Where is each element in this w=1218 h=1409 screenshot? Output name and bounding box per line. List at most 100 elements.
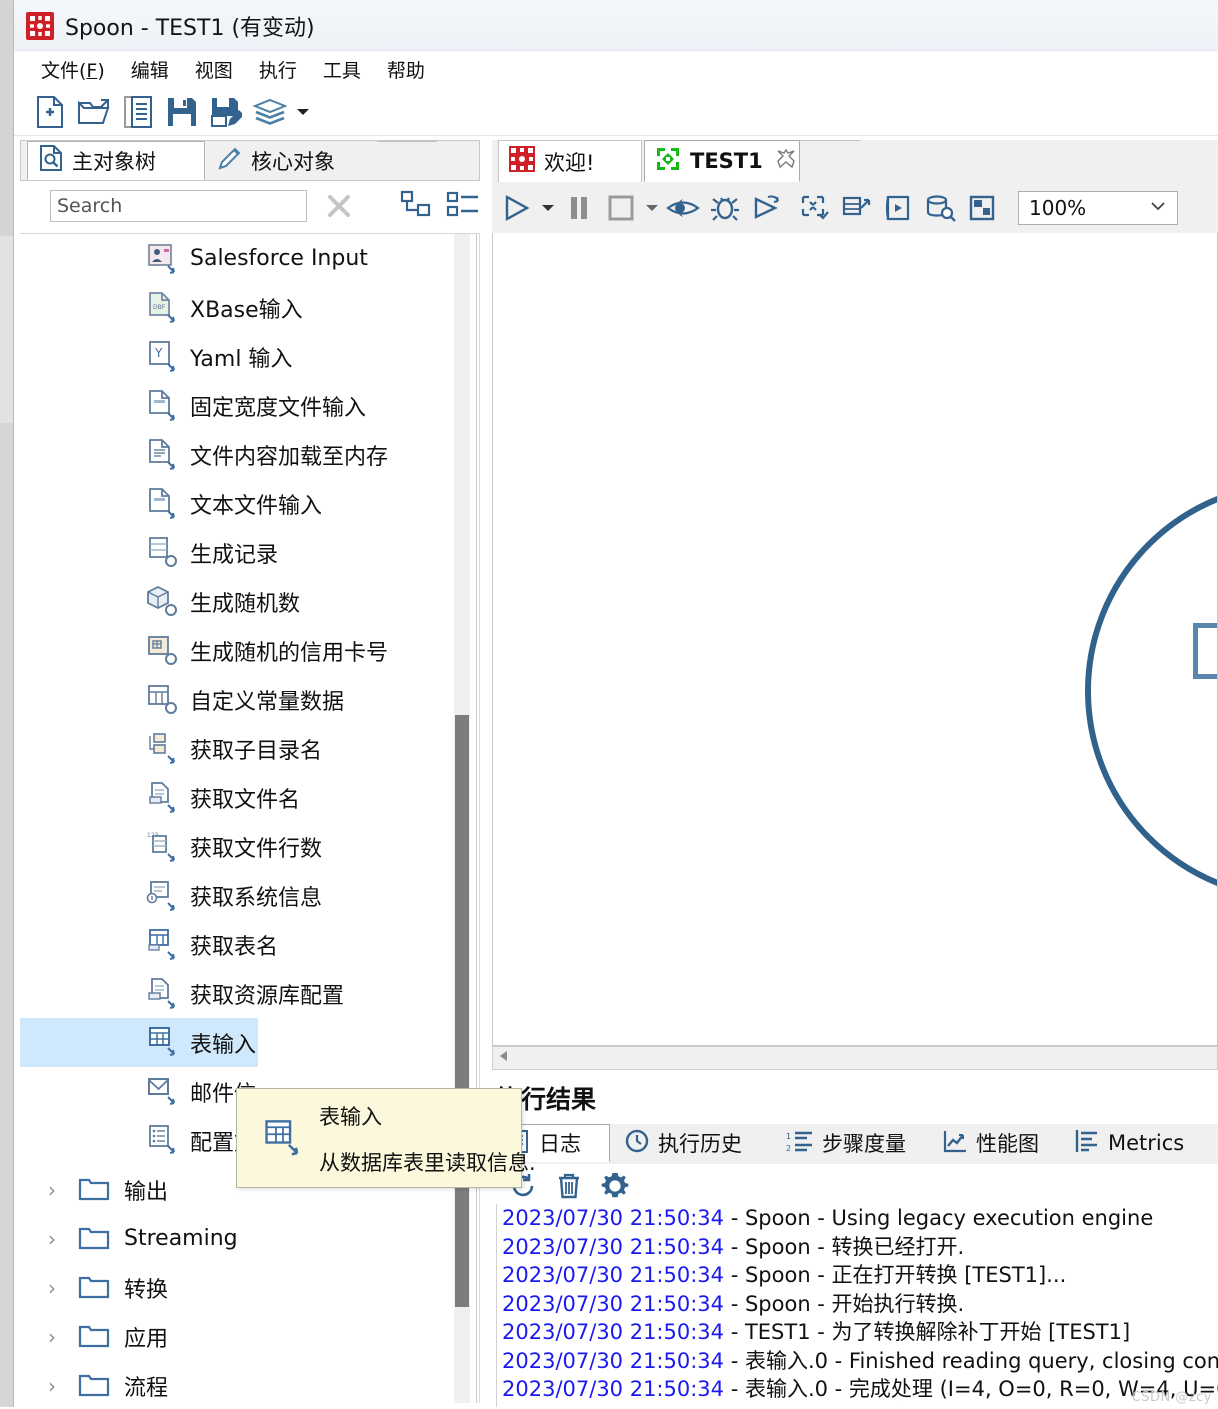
menu-help[interactable]: 帮助 bbox=[374, 54, 438, 85]
trash-icon[interactable] bbox=[546, 1166, 592, 1206]
tab-step-metrics[interactable]: 1 2 步骤度量 bbox=[778, 1124, 930, 1162]
close-x-icon[interactable] bbox=[323, 188, 354, 224]
tree-item-label: Salesforce Input bbox=[190, 246, 368, 271]
close-x-icon[interactable] bbox=[775, 148, 797, 175]
chevron-right-icon[interactable]: › bbox=[48, 1374, 78, 1398]
debug-button[interactable] bbox=[704, 187, 746, 229]
chevron-right-icon[interactable]: › bbox=[48, 1227, 78, 1251]
results-tabstrip: 日志 执行历史 1 2 步骤度量 性能图 Metrics bbox=[496, 1124, 1218, 1164]
expand-list-icon[interactable] bbox=[446, 190, 480, 223]
tab-exec-history-label: 执行历史 bbox=[658, 1132, 742, 1156]
preview-button[interactable] bbox=[662, 187, 704, 229]
tree-item-label: 文件内容加载至内存 bbox=[190, 444, 389, 470]
tree-item-table-input[interactable]: 表输入 bbox=[20, 1018, 258, 1067]
tree-item-label: 生成记录 bbox=[190, 542, 279, 568]
tree-item-fixed-width-file[interactable]: 固定宽度文件输入 bbox=[20, 381, 456, 430]
load-file-memory-icon bbox=[146, 438, 180, 472]
tab-preview[interactable]: Pr bbox=[1214, 1124, 1218, 1162]
chevron-right-icon[interactable]: › bbox=[48, 1325, 78, 1349]
explorer-button[interactable] bbox=[116, 92, 160, 132]
stop-dropdown[interactable] bbox=[642, 187, 662, 229]
tab-metrics[interactable]: Metrics bbox=[1066, 1124, 1210, 1162]
run-dropdown[interactable] bbox=[538, 187, 558, 229]
log-output[interactable]: 2023/07/30 21:50:34 - Spoon - Using lega… bbox=[496, 1204, 1218, 1409]
tab-performance-graph[interactable]: 性能图 bbox=[934, 1124, 1062, 1162]
tree-item-text-file-input[interactable]: 文本文件输入 bbox=[20, 479, 456, 528]
verify-button[interactable] bbox=[794, 187, 836, 229]
run-button[interactable] bbox=[496, 187, 538, 229]
canvas-horizontal-scrollbar[interactable] bbox=[492, 1046, 1218, 1070]
tree-item-generate-rows[interactable]: 生成记录 bbox=[20, 528, 456, 577]
chevron-down-icon bbox=[1149, 199, 1167, 217]
tree-folder-label: Streaming bbox=[124, 1226, 238, 1251]
tree-item-get-table-names[interactable]: 获取表名 bbox=[20, 920, 456, 969]
document-search-icon bbox=[38, 144, 64, 177]
tree-item-yaml-input[interactable]: Y Yaml 输入 bbox=[20, 332, 456, 381]
tab-exec-history[interactable]: 执行历史 bbox=[616, 1124, 774, 1162]
menu-run[interactable]: 执行 bbox=[246, 54, 310, 85]
zoom-level-select[interactable]: 100% bbox=[1018, 191, 1178, 225]
tree-folder-streaming[interactable]: › Streaming bbox=[20, 1214, 456, 1263]
tab-test1[interactable]: TEST1 bbox=[644, 140, 800, 182]
tree-item-get-subfolder-names[interactable]: 获取子目录名 bbox=[20, 724, 456, 773]
tree-item-salesforce-input[interactable]: Salesforce Input bbox=[20, 234, 456, 283]
table-input-icon bbox=[146, 1026, 180, 1060]
tab-welcome[interactable]: 欢迎! bbox=[498, 140, 642, 182]
chevron-right-icon[interactable]: › bbox=[48, 1178, 78, 1202]
canvas-toolbar: 100% bbox=[492, 183, 1218, 233]
tree-item-label: 获取资源库配置 bbox=[190, 983, 345, 1009]
stop-button[interactable] bbox=[600, 187, 642, 229]
tree-scrollbar-thumb[interactable] bbox=[455, 715, 469, 1307]
editor-tabstrip: 欢迎! TEST1 bbox=[492, 140, 1218, 184]
open-button[interactable] bbox=[72, 92, 116, 132]
menu-file[interactable]: 文件(F) bbox=[28, 54, 118, 85]
layers-button[interactable] bbox=[248, 92, 292, 132]
arrange-button[interactable] bbox=[962, 187, 1004, 229]
tree-item-get-repository-config[interactable]: 获取资源库配置 bbox=[20, 969, 456, 1018]
tab-metrics-label: Metrics bbox=[1108, 1131, 1185, 1155]
menu-tools[interactable]: 工具 bbox=[310, 54, 374, 85]
replay-button[interactable] bbox=[746, 187, 788, 229]
tree-item-constant-data[interactable]: 自定义常量数据 bbox=[20, 675, 456, 724]
tab-main-object-tree[interactable]: 主对象树 bbox=[27, 141, 205, 180]
log-line: 2023/07/30 21:50:34 - 表输入.0 - Finished r… bbox=[496, 1347, 1218, 1376]
save-as-button[interactable] bbox=[204, 92, 248, 132]
pause-button[interactable] bbox=[558, 187, 600, 229]
tree-folder-application[interactable]: › 应用 bbox=[20, 1312, 456, 1361]
search-input[interactable] bbox=[50, 190, 307, 222]
log-line: 2023/07/30 21:50:34 - TEST1 - 为了转换解除补丁开始… bbox=[496, 1318, 1218, 1347]
new-button[interactable] bbox=[28, 92, 72, 132]
tree-item-get-file-names[interactable]: 获取文件名 bbox=[20, 773, 456, 822]
transformation-canvas[interactable] bbox=[492, 233, 1218, 1046]
tree-folder-label: 应用 bbox=[124, 1326, 169, 1352]
log-timestamp: 2023/07/30 21:50:34 bbox=[502, 1320, 725, 1344]
db-explore-button[interactable] bbox=[920, 187, 962, 229]
chevron-right-icon[interactable]: › bbox=[48, 1276, 78, 1300]
tree-item-get-file-rowcount[interactable]: 123 获取文件行数 bbox=[20, 822, 456, 871]
gear-icon[interactable] bbox=[592, 1166, 638, 1206]
salesforce-input-icon bbox=[146, 242, 180, 276]
tree-folder-transform[interactable]: › 转换 bbox=[20, 1263, 456, 1312]
tree-item-load-file-memory[interactable]: 文件内容加载至内存 bbox=[20, 430, 456, 479]
menu-file-label: 文件(F) bbox=[41, 60, 105, 82]
tree-item-label: 表输入 bbox=[190, 1032, 257, 1058]
svg-text:Y: Y bbox=[154, 346, 163, 360]
scroll-left-arrow-icon[interactable] bbox=[497, 1049, 511, 1068]
tree-item-get-system-info[interactable]: 获取系统信息 bbox=[20, 871, 456, 920]
tree-item-generate-random[interactable]: 生成随机数 bbox=[20, 577, 456, 626]
sql-button[interactable] bbox=[878, 187, 920, 229]
menu-view[interactable]: 视图 bbox=[182, 54, 246, 85]
tree-item-xbase-input[interactable]: DBF XBase输入 bbox=[20, 283, 456, 332]
tab-test1-label: TEST1 bbox=[690, 149, 763, 173]
tab-core-objects[interactable]: 核心对象 bbox=[207, 141, 377, 180]
log-line: 2023/07/30 21:50:34 - Spoon - 开始执行转换. bbox=[496, 1290, 1218, 1319]
tree-folder-flow[interactable]: › 流程 bbox=[20, 1361, 456, 1403]
tree-folder-label: 输出 bbox=[124, 1179, 169, 1205]
collapse-tree-icon[interactable] bbox=[400, 190, 432, 223]
impact-button[interactable] bbox=[836, 187, 878, 229]
save-button[interactable] bbox=[160, 92, 204, 132]
menu-edit[interactable]: 编辑 bbox=[118, 54, 182, 85]
log-body: - TEST1 - 为了转换解除补丁开始 [TEST1] bbox=[724, 1320, 1131, 1344]
layers-dropdown[interactable] bbox=[292, 92, 314, 132]
tree-item-generate-credit-card[interactable]: 生成随机的信用卡号 bbox=[20, 626, 456, 675]
